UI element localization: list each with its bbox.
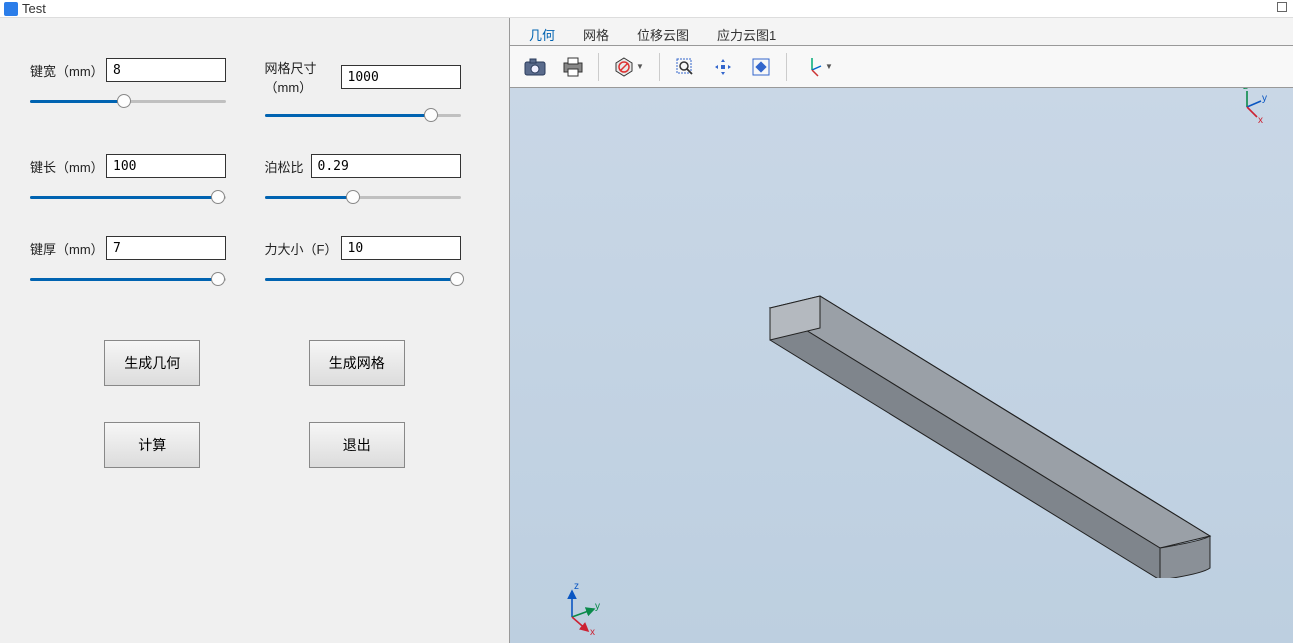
- toolbar-separator: [598, 53, 599, 81]
- key-length-row: 键长（mm）: [30, 154, 245, 208]
- generate-mesh-button[interactable]: 生成网格: [309, 340, 405, 386]
- print-button[interactable]: [556, 50, 590, 84]
- axis-triad-top-icon: z y x: [1231, 88, 1277, 125]
- chevron-down-icon: ▼: [825, 62, 833, 71]
- tab-stress[interactable]: 应力云图1: [704, 20, 789, 45]
- key-length-label: 键长（mm）: [30, 157, 106, 176]
- 3d-viewport[interactable]: z y x z y x: [510, 88, 1293, 643]
- fit-window-icon: [751, 57, 771, 77]
- exit-button[interactable]: 退出: [309, 422, 405, 468]
- maximize-icon[interactable]: [1277, 2, 1287, 12]
- svg-text:y: y: [595, 601, 600, 612]
- tab-geometry[interactable]: 几何: [516, 20, 568, 45]
- fit-window-button[interactable]: [744, 50, 778, 84]
- poisson-ratio-slider[interactable]: [265, 188, 461, 208]
- mesh-size-label: 网格尺寸（mm）: [265, 58, 341, 96]
- view-tabs: 几何 网格 位移云图 应力云图1: [510, 18, 1293, 46]
- key-length-slider[interactable]: [30, 188, 226, 208]
- key-length-input[interactable]: [106, 154, 226, 178]
- key-thickness-label: 键厚（mm）: [30, 239, 106, 258]
- pan-button[interactable]: [706, 50, 740, 84]
- pan-icon: [713, 57, 733, 77]
- chevron-down-icon: ▼: [636, 62, 644, 71]
- toolbar-separator: [659, 53, 660, 81]
- svg-text:x: x: [1258, 115, 1263, 125]
- force-slider[interactable]: [265, 270, 461, 290]
- zoom-to-box-button[interactable]: [668, 50, 702, 84]
- poisson-ratio-input[interactable]: [311, 154, 461, 178]
- geometry-model-icon: [590, 218, 1230, 578]
- mesh-size-input[interactable]: [341, 65, 461, 89]
- key-width-input[interactable]: [106, 58, 226, 82]
- poisson-ratio-label: 泊松比: [265, 157, 311, 176]
- camera-icon: [524, 58, 546, 76]
- mesh-size-slider[interactable]: [265, 106, 461, 126]
- tab-mesh[interactable]: 网格: [570, 20, 622, 45]
- snapshot-button[interactable]: [518, 50, 552, 84]
- generate-geometry-button[interactable]: 生成几何: [104, 340, 200, 386]
- zoom-to-box-icon: [675, 57, 695, 77]
- svg-text:z: z: [1243, 88, 1248, 92]
- key-width-label: 键宽（mm）: [30, 61, 106, 80]
- force-label: 力大小（F）: [265, 239, 341, 258]
- parameters-panel: 键宽（mm） 网格尺寸（mm）: [0, 18, 510, 643]
- force-input[interactable]: [341, 236, 461, 260]
- force-row: 力大小（F）: [265, 236, 480, 290]
- key-width-row: 键宽（mm）: [30, 58, 245, 126]
- svg-text:y: y: [1262, 93, 1267, 104]
- shading-mode-icon: [614, 57, 634, 77]
- tab-displacement[interactable]: 位移云图: [624, 20, 702, 45]
- axis-orient-button[interactable]: ▼: [795, 50, 839, 84]
- axis-triad-bottom-icon: z y x: [552, 577, 612, 637]
- render-panel: 几何 网格 位移云图 应力云图1: [510, 18, 1293, 643]
- print-icon: [562, 57, 584, 77]
- mesh-size-row: 网格尺寸（mm）: [265, 58, 480, 126]
- svg-text:x: x: [590, 627, 595, 637]
- key-thickness-slider[interactable]: [30, 270, 226, 290]
- toolbar-separator: [786, 53, 787, 81]
- svg-text:z: z: [574, 581, 579, 592]
- poisson-ratio-row: 泊松比: [265, 154, 480, 208]
- axis-orient-icon: [801, 56, 823, 78]
- key-thickness-input[interactable]: [106, 236, 226, 260]
- window-title: Test: [22, 1, 46, 16]
- titlebar: Test: [0, 0, 1293, 18]
- viewer-toolbar: ▼: [510, 46, 1293, 88]
- app-icon: [4, 2, 18, 16]
- compute-button[interactable]: 计算: [104, 422, 200, 468]
- key-thickness-row: 键厚（mm）: [30, 236, 245, 290]
- shading-mode-button[interactable]: ▼: [607, 50, 651, 84]
- key-width-slider[interactable]: [30, 92, 226, 112]
